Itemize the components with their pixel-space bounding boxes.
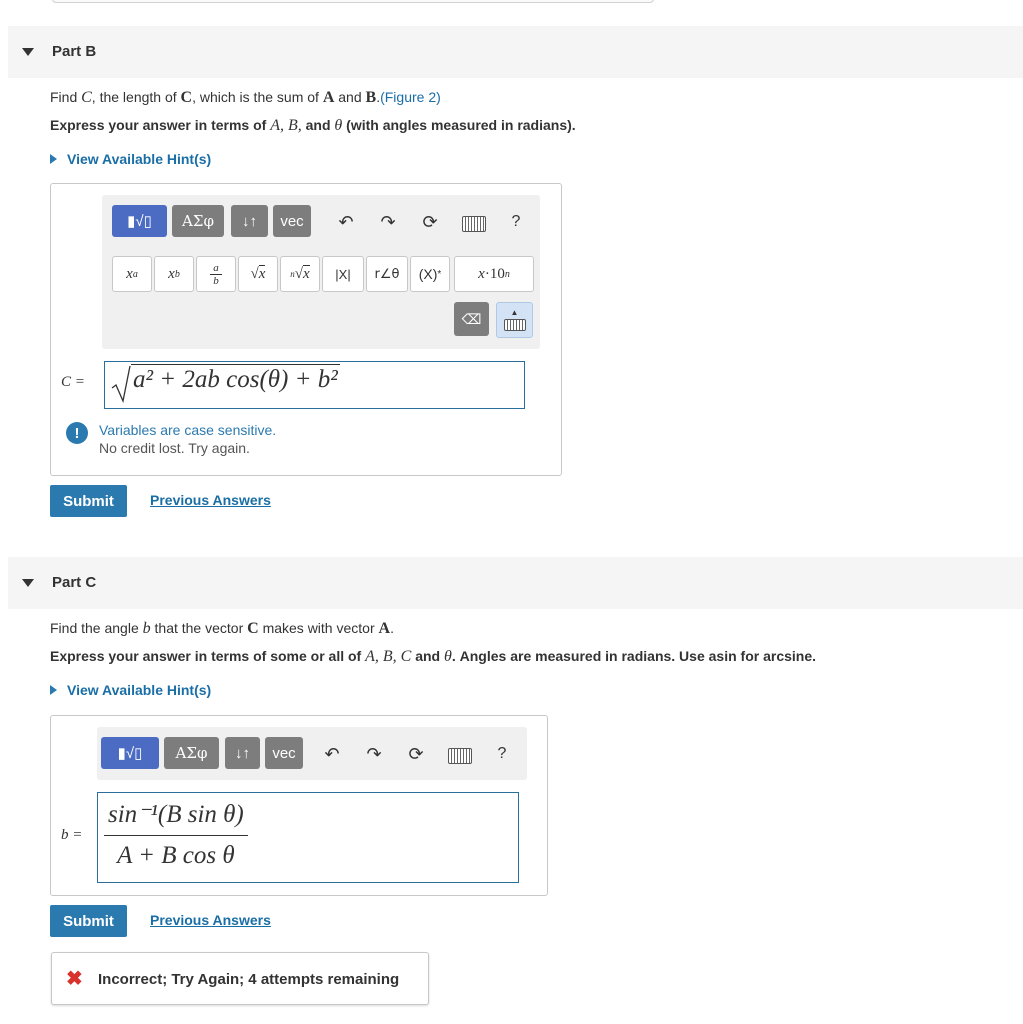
greek-symbols-button[interactable]: ΑΣφ	[172, 205, 224, 237]
keyboard-icon[interactable]	[462, 216, 486, 232]
keyboard-toggle-button[interactable]: ▲	[496, 302, 533, 338]
figure-link[interactable]: (Figure 2)	[380, 89, 441, 105]
math-expression: a² + 2ab cos(θ) + b²	[111, 364, 340, 404]
help-button[interactable]: ?	[490, 742, 514, 766]
part-c-submit-button[interactable]: Submit	[50, 905, 127, 937]
part-b-submit-button[interactable]: Submit	[50, 485, 127, 517]
part-b-header[interactable]: Part B	[8, 26, 1023, 78]
part-b-title: Part B	[52, 43, 97, 60]
math-fraction: sin⁻¹(B sin θ) A + B cos θ	[104, 795, 248, 876]
part-c-previous-answers-link[interactable]: Previous Answers	[150, 912, 271, 928]
arrows-button[interactable]: ↓↑	[231, 205, 268, 237]
part-c-hint-toggle[interactable]: View Available Hint(s)	[50, 682, 211, 698]
polar-angle-button[interactable]: r∠θ	[366, 256, 408, 292]
fraction-denominator: A + B cos θ	[117, 842, 235, 869]
part-c-question: Find the angle b that the vector C makes…	[50, 620, 394, 637]
redo-icon[interactable]: ↷	[362, 742, 386, 766]
keyboard-icon	[503, 319, 526, 331]
collapse-triangle-icon[interactable]	[22, 48, 34, 56]
previous-panel-edge	[52, 0, 654, 3]
vector-button[interactable]: vec	[265, 737, 303, 769]
undo-icon[interactable]: ↶	[320, 742, 344, 766]
subscript-template-button[interactable]: xb	[154, 256, 194, 292]
conjugate-button[interactable]: (X) *	[410, 256, 450, 292]
collapse-triangle-icon[interactable]	[22, 579, 34, 587]
reset-icon[interactable]: ⟳	[418, 210, 442, 234]
part-b-answer-input[interactable]: a² + 2ab cos(θ) + b²	[104, 361, 525, 409]
redo-icon[interactable]: ↷	[376, 210, 400, 234]
part-b-question: Find C, the length of C, which is the su…	[50, 89, 441, 106]
templates-button[interactable]: ▮√▯	[112, 205, 167, 237]
vector-button[interactable]: vec	[273, 205, 311, 237]
undo-icon[interactable]: ↶	[334, 210, 358, 234]
radical-sign-icon	[111, 365, 131, 404]
help-button[interactable]: ?	[504, 210, 528, 234]
part-c-instruction: Express your answer in terms of some or …	[50, 648, 817, 665]
reset-icon[interactable]: ⟳	[404, 742, 428, 766]
nth-root-template-button[interactable]: n √ x	[280, 256, 320, 292]
keyboard-icon[interactable]	[448, 748, 472, 764]
sqrt-template-button[interactable]: √ x	[238, 256, 278, 292]
fraction-numerator: sin⁻¹(B sin θ)	[108, 801, 244, 828]
scientific-notation-button[interactable]: x ·10 n	[454, 256, 534, 292]
answer-expression-text: a² + 2ab cos(θ) + b²	[133, 366, 338, 393]
part-b-hint-toggle[interactable]: View Available Hint(s)	[50, 151, 211, 167]
part-c-answer-input[interactable]: sin⁻¹(B sin θ) A + B cos θ	[97, 792, 519, 883]
expand-triangle-icon	[50, 685, 57, 695]
feedback-message: Variables are case sensitive.	[99, 422, 277, 438]
part-b-answer-label: C =	[61, 374, 85, 390]
part-b-instruction: Express your answer in terms of A, B, an…	[50, 117, 576, 134]
templates-button[interactable]: ▮√▯	[101, 737, 159, 769]
part-c-header[interactable]: Part C	[8, 557, 1023, 609]
absolute-value-button[interactable]: |X|	[322, 256, 364, 292]
warning-icon: !	[66, 422, 88, 444]
feedback-submessage: No credit lost. Try again.	[99, 440, 250, 456]
arrows-button[interactable]: ↓↑	[225, 737, 260, 769]
incorrect-feedback-box: ✖ Incorrect; Try Again; 4 attempts remai…	[51, 952, 429, 1005]
expand-triangle-icon	[50, 154, 57, 164]
part-b-previous-answers-link[interactable]: Previous Answers	[150, 492, 271, 508]
arrow-up-icon: ▲	[510, 308, 519, 317]
power-template-button[interactable]: xa	[112, 256, 152, 292]
part-c-title: Part C	[52, 574, 97, 591]
error-x-icon: ✖	[66, 968, 83, 990]
part-c-answer-label: b =	[61, 827, 83, 843]
greek-symbols-button[interactable]: ΑΣφ	[164, 737, 219, 769]
backspace-icon[interactable]: ⌫	[454, 302, 489, 336]
incorrect-message: Incorrect; Try Again; 4 attempts remaini…	[98, 971, 400, 988]
fraction-template-button[interactable]: ab	[196, 256, 236, 292]
